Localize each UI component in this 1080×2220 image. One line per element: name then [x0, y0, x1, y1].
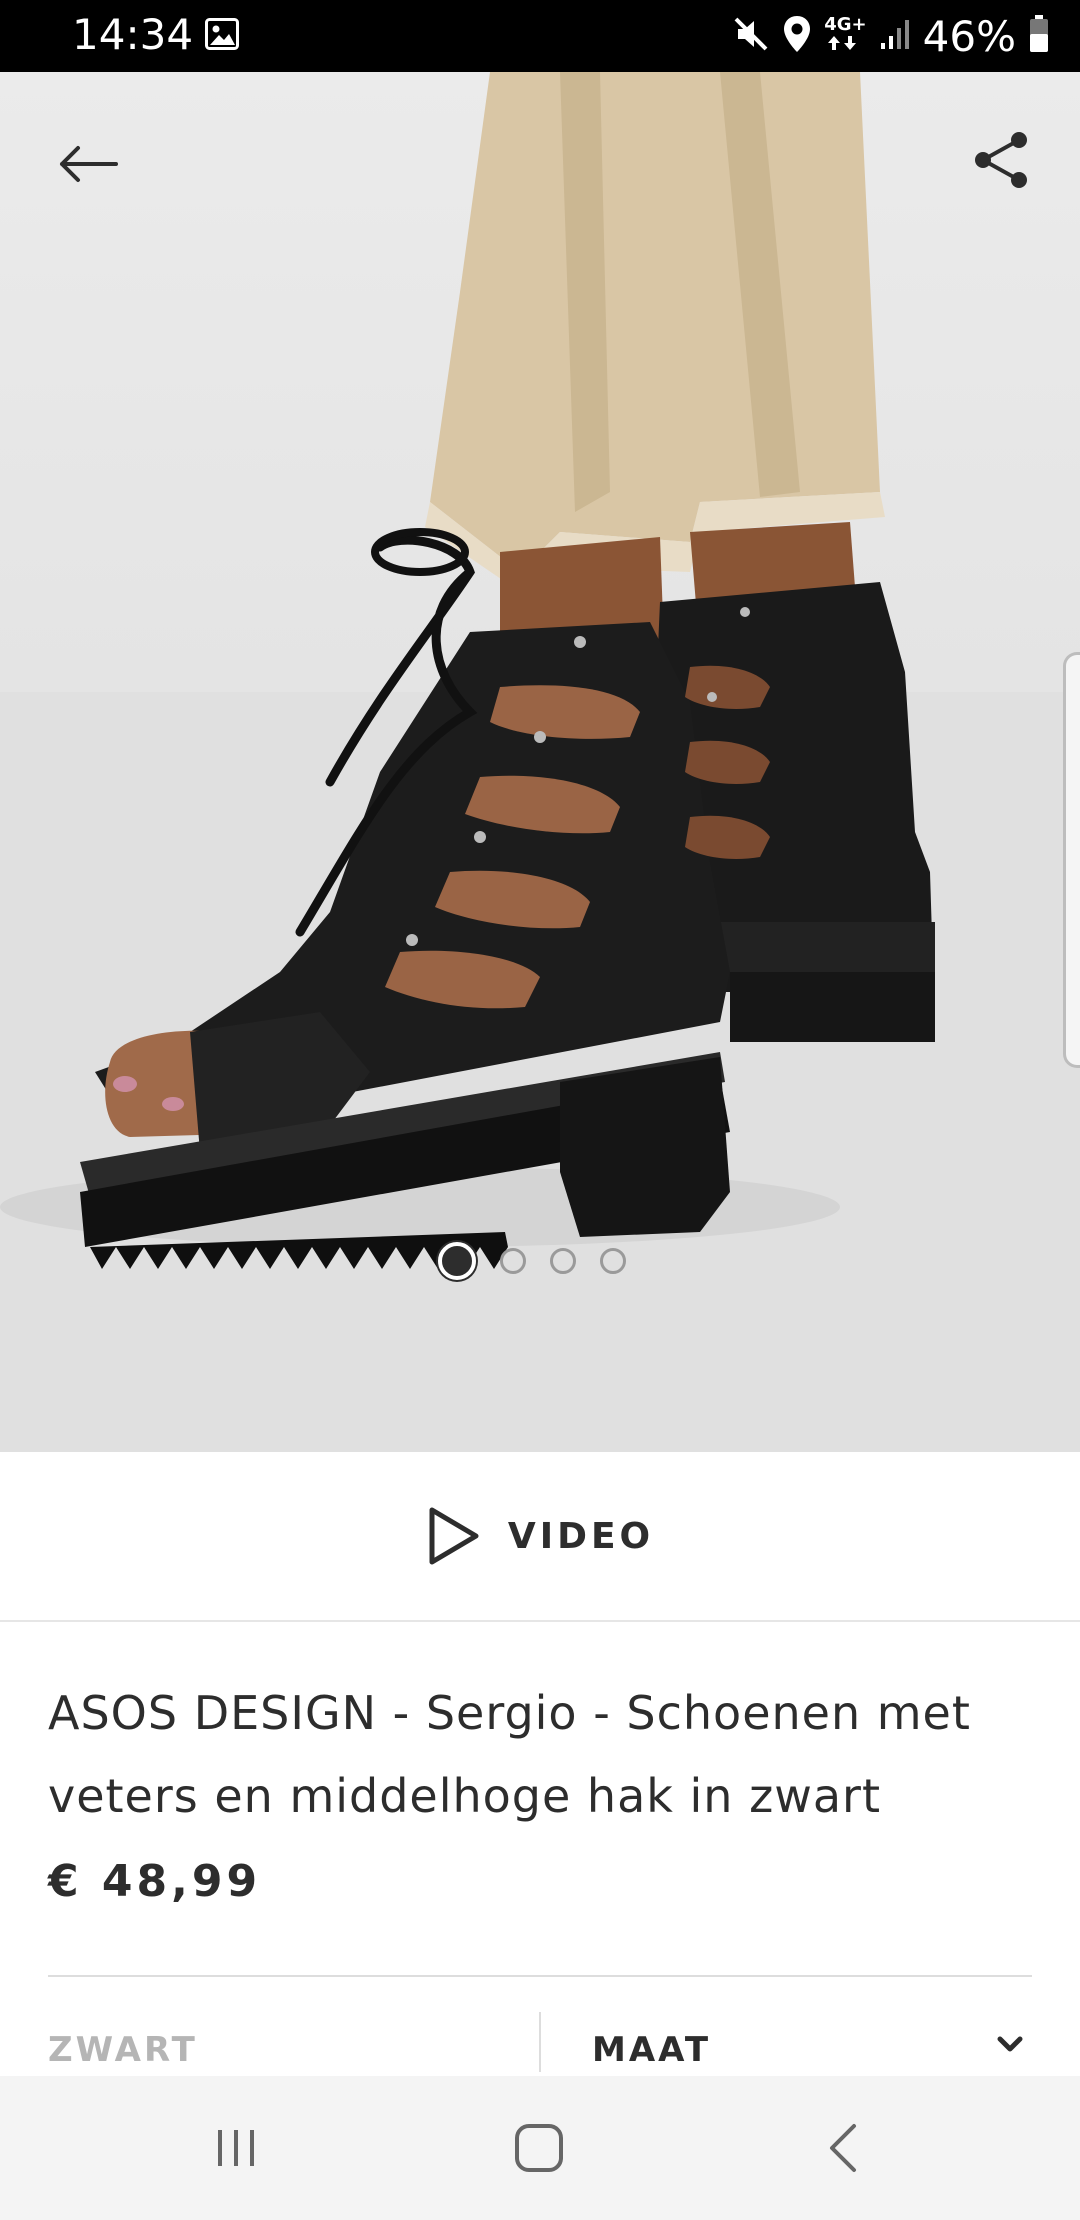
product-photo [0, 72, 1080, 1452]
status-icons: 4G+ 46% [732, 10, 1050, 62]
recent-apps-icon [218, 2130, 254, 2166]
battery-text: 46% [922, 11, 1016, 61]
chevron-down-icon [997, 2036, 1023, 2052]
product-image-gallery[interactable] [0, 72, 1080, 1452]
nav-back-button[interactable] [762, 2076, 922, 2220]
gallery-pagination [0, 1242, 1072, 1280]
home-icon [515, 2124, 563, 2172]
video-button[interactable]: VIDEO [0, 1452, 1080, 1622]
gallery-icon [205, 18, 239, 50]
mute-icon [732, 15, 770, 57]
colour-label: ZWART [48, 2030, 198, 2070]
status-time: 14:34 [72, 10, 194, 59]
system-nav-bar [0, 2076, 1080, 2220]
divider [48, 1975, 1032, 1977]
arrow-left-icon [60, 146, 118, 182]
gallery-dot-4[interactable] [600, 1248, 626, 1274]
gallery-dot-3[interactable] [550, 1248, 576, 1274]
recent-apps-button[interactable] [156, 2076, 316, 2220]
battery-icon [1028, 14, 1050, 58]
product-price: € 48,99 [48, 1856, 262, 1907]
size-label: MAAT [592, 2030, 712, 2070]
network-icon: 4G+ [824, 14, 867, 56]
gallery-dot-1[interactable] [438, 1242, 476, 1280]
home-button[interactable] [459, 2076, 619, 2220]
share-button[interactable] [962, 120, 1042, 200]
size-select[interactable]: MAAT [592, 2030, 1032, 2080]
options-divider [539, 2012, 541, 2072]
back-icon [830, 2124, 856, 2172]
gallery-dot-2[interactable] [500, 1248, 526, 1274]
share-icon [975, 132, 1027, 188]
play-icon [429, 1507, 479, 1565]
back-button[interactable] [48, 124, 128, 204]
network-type: 4G+ [824, 14, 867, 35]
location-icon [782, 14, 812, 58]
product-title: ASOS DESIGN - Sergio - Schoenen met vete… [48, 1686, 971, 1823]
status-bar: 14:34 4G+ 46% [0, 0, 1080, 72]
signal-icon [879, 17, 911, 55]
side-panel-handle[interactable] [1063, 652, 1080, 1068]
video-label: VIDEO [507, 1515, 655, 1557]
